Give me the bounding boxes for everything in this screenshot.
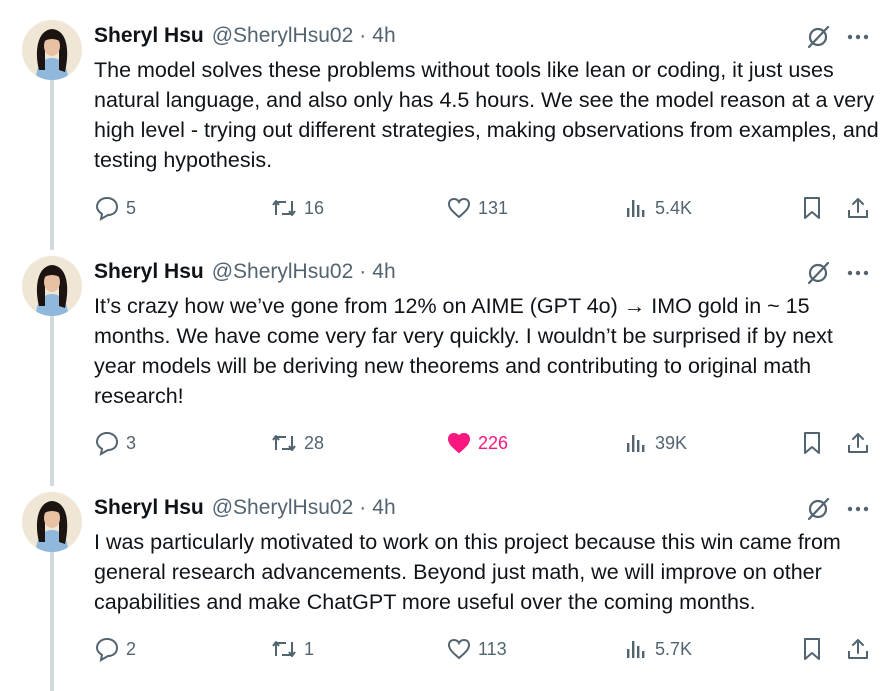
views-icon	[627, 435, 645, 452]
author-name[interactable]: Sheryl Hsu	[94, 496, 204, 520]
tweet-header: Sheryl Hsu @SherylHsu02 · 4h	[94, 20, 396, 52]
like-count: 226	[478, 432, 509, 453]
bookmark-button[interactable]	[799, 192, 825, 224]
like-button[interactable]: 113	[446, 633, 507, 665]
tweet-actions: 3 28 226 39K	[0, 427, 895, 459]
more-options-icon[interactable]	[845, 24, 871, 50]
reply-icon	[95, 431, 119, 456]
separator: ·	[359, 24, 367, 47]
separator: ·	[359, 260, 367, 283]
reply-count: 3	[126, 432, 137, 453]
views-icon	[627, 641, 645, 658]
separator: ·	[359, 496, 367, 519]
reply-button[interactable]: 2	[94, 633, 136, 665]
reply-count: 2	[126, 638, 137, 659]
repost-icon	[272, 200, 296, 216]
views-icon	[627, 200, 645, 217]
thread-line	[50, 80, 54, 250]
repost-button[interactable]: 28	[270, 427, 324, 459]
avatar[interactable]	[22, 256, 82, 316]
author-handle[interactable]: @SherylHsu02	[212, 260, 354, 284]
views-button[interactable]: 39K	[623, 427, 687, 459]
reply-count: 5	[126, 197, 137, 218]
author-name[interactable]: Sheryl Hsu	[94, 260, 204, 284]
like-button[interactable]: 131	[446, 192, 508, 224]
repost-count: 16	[304, 197, 325, 218]
views-count: 39K	[655, 432, 688, 453]
share-button[interactable]	[845, 192, 871, 224]
more-options-icon[interactable]	[845, 496, 871, 522]
author-handle[interactable]: @SherylHsu02	[212, 24, 354, 48]
share-button[interactable]	[845, 633, 871, 665]
repost-count: 1	[304, 638, 315, 659]
share-button[interactable]	[845, 427, 871, 459]
tweet-thread: Sheryl Hsu @SherylHsu02 · 4h The model s…	[0, 0, 895, 691]
bookmark-button[interactable]	[799, 633, 825, 665]
tweet-actions: 5 16 131 5.4K	[0, 192, 895, 224]
share-icon	[848, 198, 868, 218]
reply-icon	[95, 196, 119, 221]
heart-icon	[447, 197, 471, 219]
like-count: 131	[478, 197, 509, 218]
tweet-actions: 2 1 113 5.7K	[0, 633, 895, 665]
thread-line	[50, 552, 54, 691]
author-handle[interactable]: @SherylHsu02	[212, 496, 354, 520]
more-options-icon[interactable]	[845, 260, 871, 286]
views-count: 5.4K	[655, 197, 693, 218]
avatar[interactable]	[22, 492, 82, 552]
avatar[interactable]	[22, 20, 82, 80]
repost-icon	[272, 641, 296, 657]
reply-button[interactable]: 3	[94, 427, 136, 459]
repost-button[interactable]: 16	[270, 192, 324, 224]
tweet-text: It’s crazy how we’ve gone from 12% on AI…	[94, 294, 833, 408]
grok-icon[interactable]	[805, 24, 831, 50]
tweet-text: The model solves these problems without …	[94, 58, 879, 172]
share-icon	[848, 639, 868, 659]
bookmark-button[interactable]	[799, 427, 825, 459]
timestamp[interactable]: 4h	[372, 260, 395, 284]
views-count: 5.7K	[655, 638, 693, 659]
thread-line	[50, 316, 54, 486]
bookmark-icon	[804, 197, 820, 219]
reply-icon	[95, 637, 119, 662]
heart-icon	[447, 638, 471, 660]
like-count: 113	[478, 638, 507, 659]
tweet-header: Sheryl Hsu @SherylHsu02 · 4h	[94, 492, 396, 524]
timestamp[interactable]: 4h	[372, 496, 395, 520]
views-button[interactable]: 5.4K	[623, 192, 692, 224]
tweet-header: Sheryl Hsu @SherylHsu02 · 4h	[94, 256, 396, 288]
grok-icon[interactable]	[805, 260, 831, 286]
author-name[interactable]: Sheryl Hsu	[94, 24, 204, 48]
like-button[interactable]: 226	[446, 427, 508, 459]
views-button[interactable]: 5.7K	[623, 633, 692, 665]
reply-button[interactable]: 5	[94, 192, 136, 224]
bookmark-icon	[804, 432, 820, 454]
timestamp[interactable]: 4h	[372, 24, 395, 48]
grok-icon[interactable]	[805, 496, 831, 522]
repost-button[interactable]: 1	[270, 633, 314, 665]
repost-count: 28	[304, 432, 325, 453]
bookmark-icon	[804, 638, 820, 660]
heart-filled-icon	[447, 432, 471, 454]
repost-icon	[272, 435, 296, 451]
share-icon	[848, 433, 868, 453]
tweet-text: I was particularly motivated to work on …	[94, 530, 841, 614]
